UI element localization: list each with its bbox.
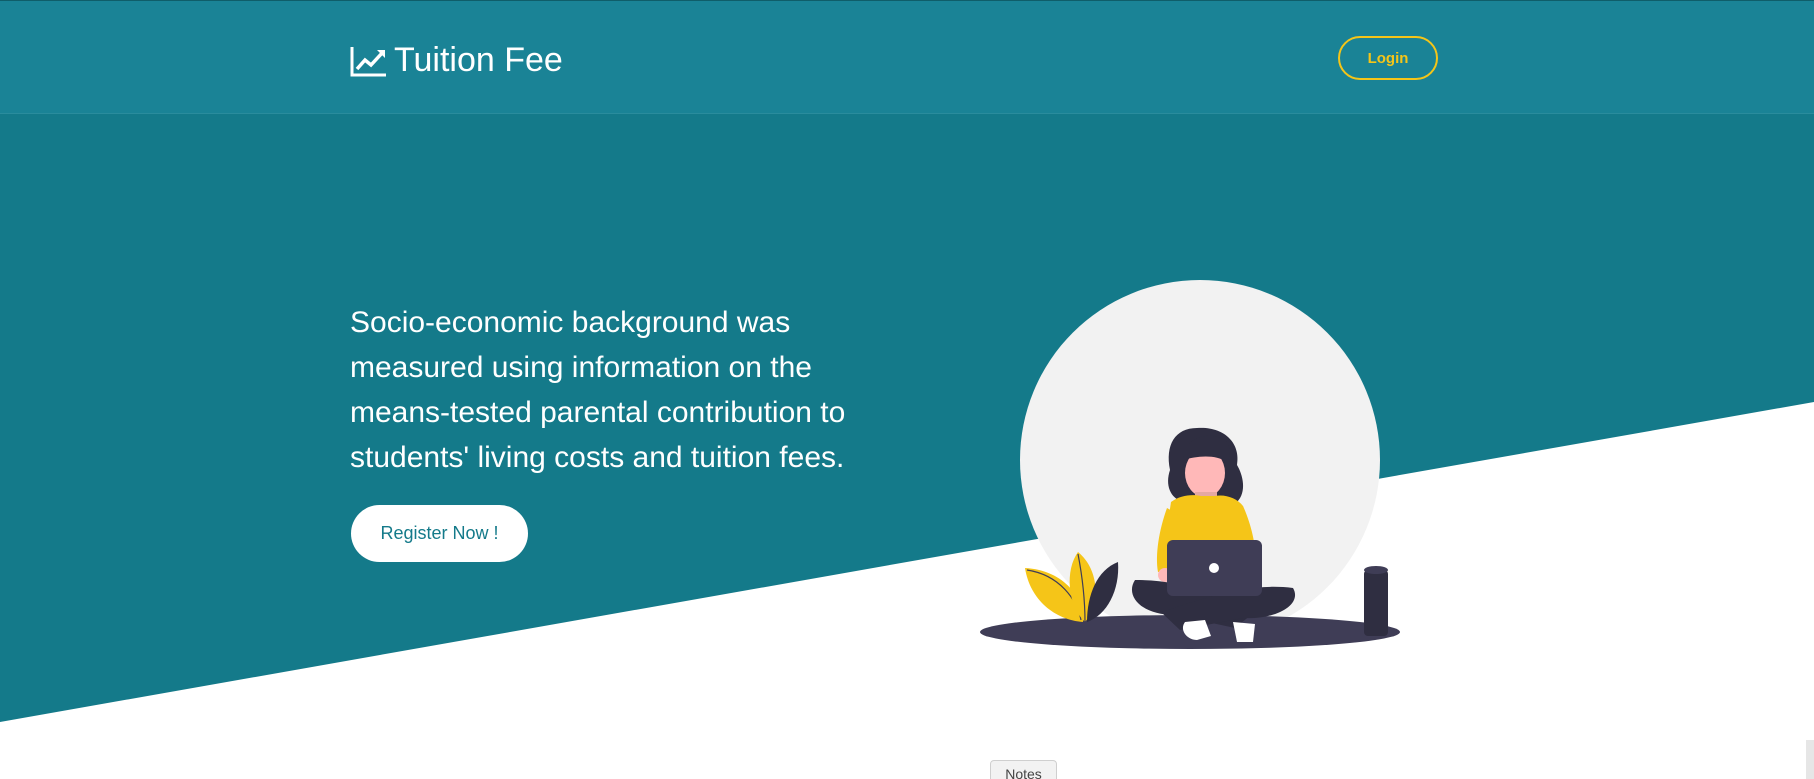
brand-link[interactable]: Tuition Fee — [350, 41, 563, 80]
woman-with-laptop-illustration — [975, 270, 1415, 660]
scrollbar-edge — [1806, 740, 1814, 779]
notes-tab[interactable]: Notes — [990, 760, 1057, 779]
brand-name: Tuition Fee — [394, 41, 563, 79]
chart-line-icon — [350, 45, 388, 77]
navbar: Tuition Fee Login — [0, 0, 1814, 114]
login-button[interactable]: Login — [1338, 36, 1438, 80]
register-now-button[interactable]: Register Now ! — [351, 505, 528, 562]
hero-headline: Socio-economic background was measured u… — [350, 306, 846, 474]
page: Tuition Fee Login Socio-economic backgro… — [0, 0, 1814, 779]
